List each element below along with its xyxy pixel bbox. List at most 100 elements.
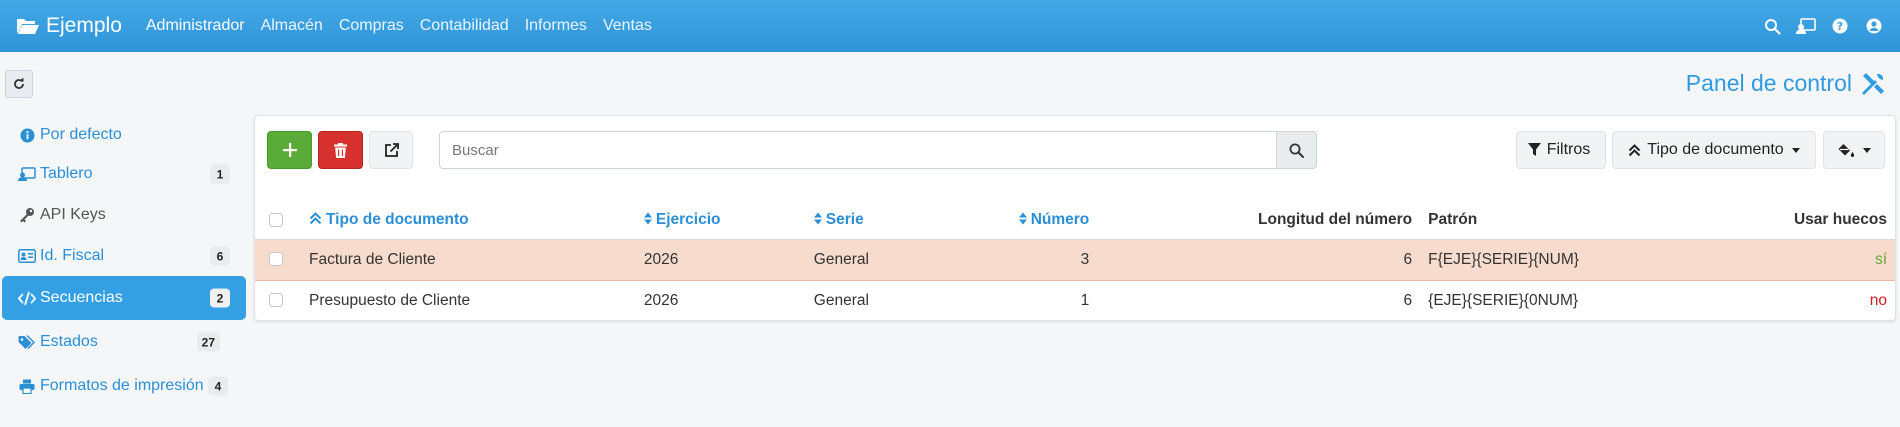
count-badge: 27: [196, 332, 220, 352]
code-icon: [18, 289, 36, 307]
double-chevron-up-icon: [1629, 143, 1641, 156]
caret-down-icon: [1862, 147, 1871, 153]
column-label: Patrón: [1428, 210, 1478, 228]
color-options-dropdown[interactable]: [1823, 131, 1885, 169]
filters-label: Filtros: [1546, 141, 1591, 158]
cell-serie: General: [805, 280, 1011, 322]
row-checkbox[interactable]: [269, 293, 283, 308]
search-icon[interactable]: [1760, 14, 1784, 38]
sequences-table: Tipo de documento Ejercicio Serie Número…: [255, 201, 1895, 322]
table-row[interactable]: Presupuesto de Cliente 2026 General 1 6 …: [255, 280, 1895, 322]
cell-ejercicio: 2026: [635, 239, 806, 281]
help-icon[interactable]: ?: [1828, 14, 1852, 38]
page-title-text: Panel de control: [1685, 70, 1852, 96]
folder-open-icon: [17, 19, 39, 34]
column-header-numero[interactable]: Número: [1010, 201, 1098, 240]
trash-icon: [334, 142, 347, 158]
column-label: Serie: [825, 210, 864, 228]
menu-compras[interactable]: Compras: [339, 17, 404, 35]
cell-usar-huecos: sí: [1779, 239, 1895, 281]
tools-icon: [1862, 72, 1884, 95]
sidebar-item-label: Id. Fiscal: [40, 247, 105, 264]
row-select-cell: [255, 280, 301, 322]
search-button[interactable]: [1276, 131, 1317, 169]
cell-tipo[interactable]: Factura de Cliente: [300, 239, 636, 281]
menu-contabilidad[interactable]: Contabilidad: [420, 17, 509, 35]
column-header-usar-huecos: Usar huecos: [1779, 201, 1895, 240]
sort-icon: [1018, 212, 1027, 225]
external-link-icon: [384, 142, 399, 157]
main-menu: Administrador Almacén Compras Contabilid…: [146, 17, 668, 35]
user-display-icon[interactable]: [1794, 14, 1818, 38]
cell-serie: General: [805, 239, 1011, 281]
count-badge: 6: [210, 246, 230, 266]
sidebar-item-estados[interactable]: Estados 27: [0, 320, 248, 364]
column-header-tipo[interactable]: Tipo de documento: [300, 201, 636, 240]
add-button[interactable]: [267, 131, 312, 169]
sidebar-item-formatos-impresion[interactable]: Formatos de impresión 4: [0, 364, 248, 408]
open-external-button[interactable]: [369, 131, 413, 169]
cell-numero: 3: [1010, 239, 1098, 281]
order-by-dropdown[interactable]: Tipo de documento: [1612, 131, 1816, 169]
sidebar-item-secuencias[interactable]: Secuencias 2: [2, 276, 246, 320]
sidebar-item-id-fiscal[interactable]: Id. Fiscal 6: [0, 236, 248, 276]
sidebar-item-por-defecto[interactable]: Por defecto: [0, 116, 248, 154]
sidebar-item-tablero[interactable]: Tablero 1: [0, 154, 248, 194]
cell-usar-huecos: no: [1779, 280, 1895, 322]
cell-tipo[interactable]: Presupuesto de Cliente: [300, 280, 636, 322]
navbar-actions: ?: [1750, 14, 1886, 38]
column-label: Ejercicio: [655, 210, 721, 228]
column-label: Tipo de documento: [325, 210, 469, 228]
delete-button[interactable]: [318, 131, 363, 169]
plus-icon: [282, 143, 297, 157]
brand-name: Ejemplo: [46, 14, 122, 37]
select-all-checkbox[interactable]: [269, 212, 283, 227]
table-header-row: Tipo de documento Ejercicio Serie Número…: [255, 201, 1895, 240]
list-card: Filtros Tipo de documento Tipo de docume…: [254, 115, 1896, 322]
menu-almacen[interactable]: Almacén: [261, 17, 323, 35]
refresh-button[interactable]: [5, 70, 33, 98]
sidebar-item-api-keys[interactable]: API Keys: [0, 194, 248, 236]
cell-longitud: 6: [1097, 239, 1421, 281]
column-header-ejercicio[interactable]: Ejercicio: [635, 201, 806, 240]
select-all-cell: [255, 201, 301, 240]
row-checkbox[interactable]: [269, 252, 283, 267]
id-display-icon: [18, 165, 36, 183]
row-select-cell: [255, 239, 301, 281]
sort-icon: [813, 212, 822, 225]
paint-bucket-icon: [1838, 143, 1854, 157]
menu-administrador[interactable]: Administrador: [146, 17, 245, 35]
top-navbar: Ejemplo Administrador Almacén Compras Co…: [0, 0, 1900, 52]
filters-button[interactable]: Filtros: [1516, 131, 1606, 169]
search-input[interactable]: [439, 131, 1277, 169]
brand-link[interactable]: Ejemplo: [16, 14, 122, 38]
refresh-icon: [14, 78, 24, 89]
menu-ventas[interactable]: Ventas: [603, 17, 652, 35]
info-icon: [18, 126, 36, 144]
cell-longitud: 6: [1097, 280, 1421, 322]
cell-numero: 1: [1010, 280, 1098, 322]
count-badge: 4: [208, 376, 228, 396]
order-by-label: Tipo de documento: [1647, 141, 1784, 158]
caret-down-icon: [1791, 147, 1800, 153]
sidebar: Por defecto Tablero 1 API Keys Id. Fisca…: [0, 116, 248, 408]
count-badge: 1: [210, 164, 230, 184]
svg-text:?: ?: [1837, 20, 1843, 33]
double-chevron-up-icon: [309, 211, 322, 224]
column-label: Número: [1030, 210, 1090, 228]
column-label: Longitud del número: [1258, 210, 1413, 228]
cell-ejercicio: 2026: [635, 280, 806, 322]
user-circle-icon[interactable]: [1862, 14, 1886, 38]
count-badge: 2: [210, 288, 230, 308]
sidebar-item-label: Formatos de impresión: [40, 377, 204, 394]
cell-patron: {EJE}{SERIE}{0NUM}: [1420, 280, 1780, 322]
sidebar-item-label: API Keys: [40, 206, 106, 223]
column-header-patron: Patrón: [1420, 201, 1780, 240]
sidebar-item-label: Secuencias: [40, 289, 123, 306]
menu-informes[interactable]: Informes: [525, 17, 587, 35]
column-header-serie[interactable]: Serie: [805, 201, 1011, 240]
table-row[interactable]: Factura de Cliente 2026 General 3 6 F{EJ…: [255, 239, 1895, 281]
tags-icon: [18, 333, 36, 351]
id-card-icon: [18, 247, 36, 265]
sidebar-item-label: Por defecto: [40, 126, 122, 143]
